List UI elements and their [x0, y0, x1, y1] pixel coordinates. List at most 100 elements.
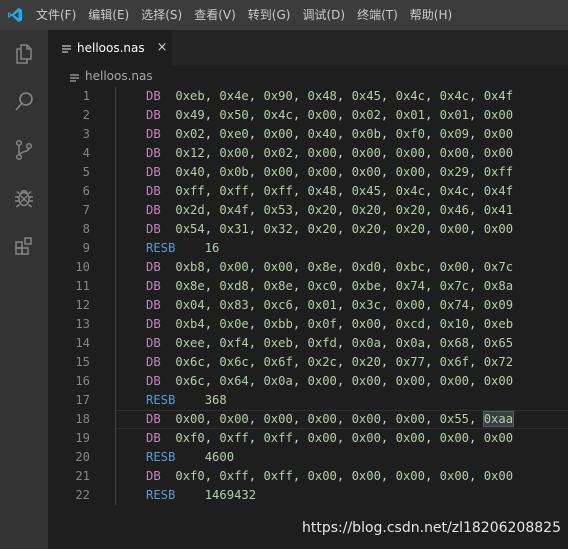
code-text: DB 0xb8, 0x00, 0x00, 0x8e, 0xd0, 0xbc, 0…: [146, 260, 514, 274]
source-control-icon[interactable]: [0, 126, 48, 174]
hex-value: 0x4c: [439, 89, 470, 103]
hex-value: 0x00: [439, 374, 470, 388]
extensions-icon[interactable]: [0, 222, 48, 270]
hex-value: 0x00: [263, 412, 293, 426]
number-value: 1469432: [204, 488, 257, 502]
hex-value: 0x00: [307, 165, 337, 179]
explorer-icon[interactable]: [0, 30, 48, 78]
hex-value: 0x00: [483, 469, 514, 483]
hex-value: 0xeb: [483, 317, 514, 331]
code-line[interactable]: 6 DB 0xff, 0xff, 0xff, 0x48, 0x45, 0x4c, …: [48, 182, 568, 201]
hex-value: 0x49: [175, 108, 205, 122]
code-text: DB 0x40, 0x0b, 0x00, 0x00, 0x00, 0x00, 0…: [146, 165, 514, 179]
code-line[interactable]: 13 DB 0xb4, 0x0e, 0xbb, 0x0f, 0x00, 0xcd,…: [48, 315, 568, 334]
menu-item[interactable]: 转到(G): [242, 0, 297, 30]
code-line[interactable]: 3 DB 0x02, 0xe0, 0x00, 0x40, 0x0b, 0xf0, …: [48, 125, 568, 144]
hex-value: 0x83: [219, 298, 249, 312]
hex-value: 0x53: [263, 203, 293, 217]
hex-value: 0x40: [175, 165, 205, 179]
hex-value: 0x6f: [439, 355, 470, 369]
debug-icon[interactable]: [0, 174, 48, 222]
hex-value: 0x02: [263, 146, 293, 160]
hex-value: 0x00: [351, 317, 381, 331]
hex-value: 0xcd: [395, 317, 425, 331]
hex-value: 0xff: [263, 431, 293, 445]
code-line[interactable]: 14 DB 0xee, 0xf4, 0xeb, 0xfd, 0x0a, 0x0a,…: [48, 334, 568, 353]
tab-helloos-nas[interactable]: helloos.nas ×: [48, 30, 172, 65]
hex-value: 0x20: [351, 222, 381, 236]
code-line[interactable]: 19 DB 0xf0, 0xff, 0xff, 0x00, 0x00, 0x00,…: [48, 429, 568, 448]
hex-value: 0x00: [351, 146, 381, 160]
hex-value: 0x20: [395, 222, 425, 236]
line-number: 19: [75, 431, 90, 445]
code-line[interactable]: 7 DB 0x2d, 0x4f, 0x53, 0x20, 0x20, 0x20, …: [48, 201, 568, 220]
code-line[interactable]: 8 DB 0x54, 0x31, 0x32, 0x20, 0x20, 0x20, …: [48, 220, 568, 239]
code-line[interactable]: 1 DB 0xeb, 0x4e, 0x90, 0x48, 0x45, 0x4c, …: [48, 87, 568, 106]
line-number: 10: [75, 260, 90, 274]
number-value: 16: [204, 241, 220, 255]
keyword-token: DB: [146, 336, 161, 350]
line-number: 3: [82, 127, 90, 141]
menu-item[interactable]: 帮助(H): [404, 0, 458, 30]
hex-value: 0x74: [395, 279, 425, 293]
indent-guide: [115, 277, 116, 296]
code-editor[interactable]: 1 DB 0xeb, 0x4e, 0x90, 0x48, 0x45, 0x4c, …: [48, 87, 568, 549]
menu-item[interactable]: 编辑(E): [82, 0, 135, 30]
indent-guide: [115, 315, 116, 334]
code-line[interactable]: 18 DB 0x00, 0x00, 0x00, 0x00, 0x00, 0x00,…: [48, 410, 568, 429]
indent-guide: [115, 334, 116, 353]
hex-value: 0x45: [351, 89, 381, 103]
menu-item[interactable]: 终端(T): [351, 0, 404, 30]
line-number: 16: [75, 374, 90, 388]
hex-value: 0xff: [175, 184, 205, 198]
code-line[interactable]: 10 DB 0xb8, 0x00, 0x00, 0x8e, 0xd0, 0xbc,…: [48, 258, 568, 277]
code-line[interactable]: 11 DB 0x8e, 0xd8, 0x8e, 0xc0, 0xbe, 0x74,…: [48, 277, 568, 296]
code-line[interactable]: 16 DB 0x6c, 0x64, 0x0a, 0x00, 0x00, 0x00,…: [48, 372, 568, 391]
hex-value: 0xff: [263, 184, 293, 198]
menu-item[interactable]: 选择(S): [135, 0, 188, 30]
code-line[interactable]: 21 DB 0xf0, 0xff, 0xff, 0x00, 0x00, 0x00,…: [48, 467, 568, 486]
hex-value: 0x4e: [219, 89, 249, 103]
close-icon[interactable]: ×: [157, 40, 168, 55]
hex-value: 0x00: [395, 431, 425, 445]
hex-value: 0x45: [351, 184, 381, 198]
hex-value: 0x7c: [483, 260, 514, 274]
hex-value: 0x00: [395, 374, 425, 388]
hex-value: 0xc0: [307, 279, 337, 293]
hex-value: 0x00: [351, 165, 381, 179]
line-number: 14: [75, 336, 90, 350]
code-line[interactable]: 2 DB 0x49, 0x50, 0x4c, 0x00, 0x02, 0x01, …: [48, 106, 568, 125]
hex-value: 0x09: [483, 298, 514, 312]
search-icon[interactable]: [0, 78, 48, 126]
breadcrumb[interactable]: helloos.nas: [48, 65, 568, 87]
hex-value: 0x00: [483, 222, 514, 236]
code-line[interactable]: 22 RESB 1469432: [48, 486, 568, 505]
menu-item[interactable]: 调试(D): [296, 0, 351, 30]
menu-item[interactable]: 查看(V): [188, 0, 242, 30]
hex-value: 0x20: [307, 222, 337, 236]
hex-value: 0x09: [439, 127, 470, 141]
line-number: 7: [82, 203, 90, 217]
code-line[interactable]: 20 RESB 4600: [48, 448, 568, 467]
hex-value: 0x0b: [351, 127, 381, 141]
keyword-token: DB: [146, 127, 161, 141]
line-number: 4: [82, 146, 90, 160]
code-line[interactable]: 4 DB 0x12, 0x00, 0x02, 0x00, 0x00, 0x00, …: [48, 144, 568, 163]
code-line[interactable]: 9 RESB 16: [48, 239, 568, 258]
code-line[interactable]: 5 DB 0x40, 0x0b, 0x00, 0x00, 0x00, 0x00, …: [48, 163, 568, 182]
hex-value: 0x0f: [307, 317, 337, 331]
hex-value: 0x8e: [307, 260, 337, 274]
hex-value: 0x00: [219, 260, 249, 274]
hex-value: 0x4f: [219, 203, 249, 217]
hex-value: 0x20: [307, 203, 337, 217]
hex-value: 0x00: [351, 431, 381, 445]
hex-value: 0x46: [439, 203, 470, 217]
code-line[interactable]: 17 RESB 368: [48, 391, 568, 410]
breadcrumb-label: helloos.nas: [85, 69, 153, 83]
file-icon: [70, 72, 79, 82]
code-line[interactable]: 12 DB 0x04, 0x83, 0xc6, 0x01, 0x3c, 0x00,…: [48, 296, 568, 315]
menu-item[interactable]: 文件(F): [30, 0, 82, 30]
hex-value: 0x8e: [263, 279, 293, 293]
code-line[interactable]: 15 DB 0x6c, 0x6c, 0x6f, 0x2c, 0x20, 0x77,…: [48, 353, 568, 372]
hex-value: 0x0a: [263, 374, 293, 388]
